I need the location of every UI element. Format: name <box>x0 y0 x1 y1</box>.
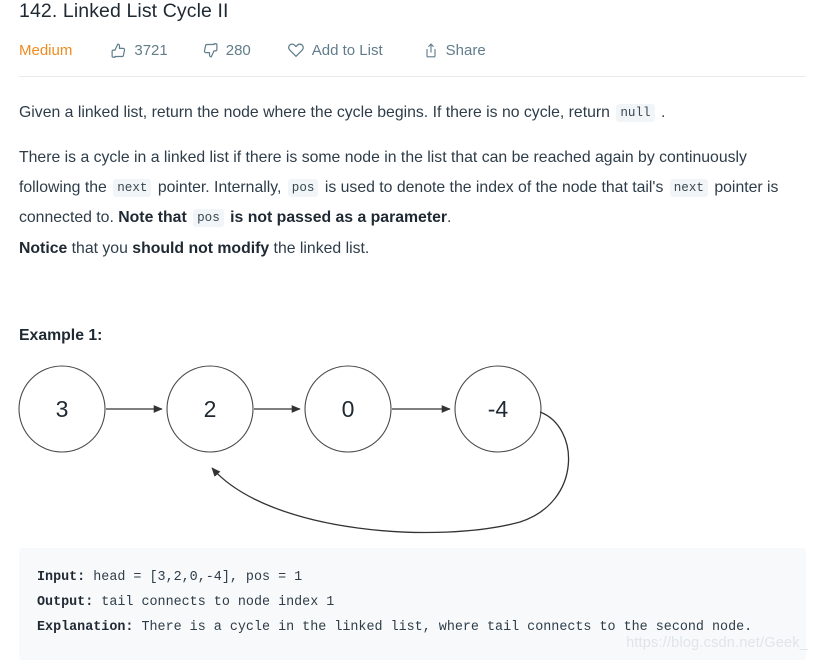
paragraph-3-text-a: that you <box>67 240 133 257</box>
downvote-count: 280 <box>225 41 251 59</box>
inline-code-pos-2: pos <box>193 209 224 227</box>
code-value-input: head = [3,2,0,-4], pos = 1 <box>85 570 303 585</box>
paragraph-2-bold-b: is not passed as a parameter <box>230 209 448 226</box>
page-title: 142. Linked List Cycle II <box>19 0 229 22</box>
problem-page: 142. Linked List Cycle II Medium 3721 28… <box>0 0 817 669</box>
share-button[interactable]: Share <box>423 42 486 59</box>
node-label-0: 0 <box>342 396 355 422</box>
code-line-input: Input: head = [3,2,0,-4], pos = 1 <box>37 565 788 590</box>
add-to-list-button[interactable]: Add to List <box>287 41 383 59</box>
paragraph-2-text-c: is used to denote the index of the node … <box>320 179 668 196</box>
upvote-button[interactable]: 3721 <box>110 41 168 59</box>
code-line-explanation: Explanation: There is a cycle in the lin… <box>37 615 788 640</box>
add-to-list-label: Add to List <box>311 41 383 59</box>
description-paragraph-2: There is a cycle in a linked list if the… <box>19 143 791 233</box>
node-label-3: 3 <box>56 396 69 422</box>
paragraph-3-text-b: the linked list. <box>269 240 370 257</box>
code-key-input: Input: <box>37 570 86 585</box>
header-divider <box>19 76 806 77</box>
code-key-explanation: Explanation: <box>37 620 134 635</box>
share-label: Share <box>445 41 486 59</box>
paragraph-2-text-b: pointer. Internally, <box>153 179 286 196</box>
inline-code-next-1: next <box>113 179 152 197</box>
paragraph-2-text-e: . <box>447 209 452 226</box>
heart-icon <box>287 41 305 59</box>
paragraph-3-bold-a: Notice <box>19 240 68 257</box>
node-label-neg4: -4 <box>488 396 509 422</box>
problem-toolbar: Medium 3721 280 Add to List Share <box>19 38 486 62</box>
example-code-block: Input: head = [3,2,0,-4], pos = 1 Output… <box>19 548 806 660</box>
thumbs-up-icon <box>110 42 127 59</box>
paragraph-2-bold-a: Note that <box>118 209 187 226</box>
inline-code-null: null <box>616 104 655 122</box>
difficulty-badge: Medium <box>19 41 73 59</box>
upvote-count: 3721 <box>134 41 168 59</box>
downvote-button[interactable]: 280 <box>202 42 251 59</box>
linked-list-cycle-diagram: 3 2 0 -4 <box>0 352 620 547</box>
example-heading: Example 1: <box>19 327 103 344</box>
paragraph-1-text-b: . <box>656 104 666 121</box>
thumbs-down-icon <box>202 42 219 59</box>
code-line-output: Output: tail connects to node index 1 <box>37 590 788 615</box>
node-label-2: 2 <box>204 396 217 422</box>
paragraph-2-space-a <box>187 209 191 226</box>
share-icon <box>423 42 439 59</box>
paragraph-1-text-a: Given a linked list, return the node whe… <box>19 104 615 121</box>
paragraph-3-bold-b: should not modify <box>132 240 270 257</box>
code-key-output: Output: <box>37 595 94 610</box>
inline-code-pos-1: pos <box>287 179 319 197</box>
code-value-explanation: There is a cycle in the linked list, whe… <box>133 620 753 635</box>
code-value-output: tail connects to node index 1 <box>93 595 335 610</box>
inline-code-next-2: next <box>669 179 708 197</box>
description-paragraph-3: Notice that you should not modify the li… <box>19 234 791 264</box>
description-paragraph-1: Given a linked list, return the node whe… <box>19 98 791 128</box>
